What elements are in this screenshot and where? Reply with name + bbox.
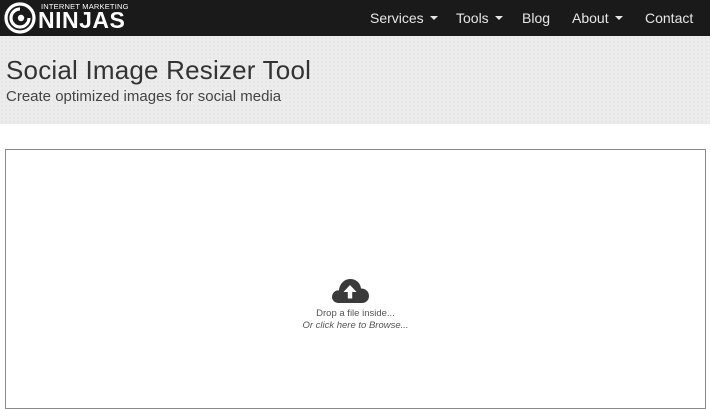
page-subtitle: Create optimized images for social media xyxy=(6,88,282,105)
nav-services[interactable]: Services xyxy=(370,0,438,36)
page-header: Social Image Resizer Tool Create optimiz… xyxy=(0,36,710,124)
caret-down-icon xyxy=(494,16,503,20)
caret-down-icon xyxy=(429,16,438,20)
site-logo[interactable]: INTERNET MARKETING NINJAS xyxy=(4,1,129,35)
file-dropzone[interactable]: Drop a file inside... Or click here to B… xyxy=(5,149,706,409)
page-title: Social Image Resizer Tool xyxy=(6,55,312,85)
nav-about[interactable]: About xyxy=(572,0,623,36)
nav-blog-label: Blog xyxy=(522,10,551,26)
nav-blog[interactable]: Blog xyxy=(522,0,550,36)
top-navbar: INTERNET MARKETING NINJAS Services Tools… xyxy=(0,0,710,36)
logo-swirl-icon xyxy=(4,2,36,34)
cloud-upload-icon xyxy=(332,279,369,303)
nav-contact[interactable]: Contact xyxy=(645,0,693,36)
nav-tools[interactable]: Tools xyxy=(456,0,503,36)
logo-wordmark: NINJAS xyxy=(38,7,126,33)
dropzone-instruction: Drop a file inside... xyxy=(316,308,395,319)
logo-text: INTERNET MARKETING NINJAS xyxy=(38,1,129,35)
nav-about-label: About xyxy=(572,10,609,26)
nav-services-label: Services xyxy=(370,10,424,26)
nav-tools-label: Tools xyxy=(456,10,489,26)
caret-down-icon xyxy=(614,16,623,20)
nav-contact-label: Contact xyxy=(645,10,694,26)
dropzone-browse-hint: Or click here to Browse... xyxy=(302,320,409,331)
